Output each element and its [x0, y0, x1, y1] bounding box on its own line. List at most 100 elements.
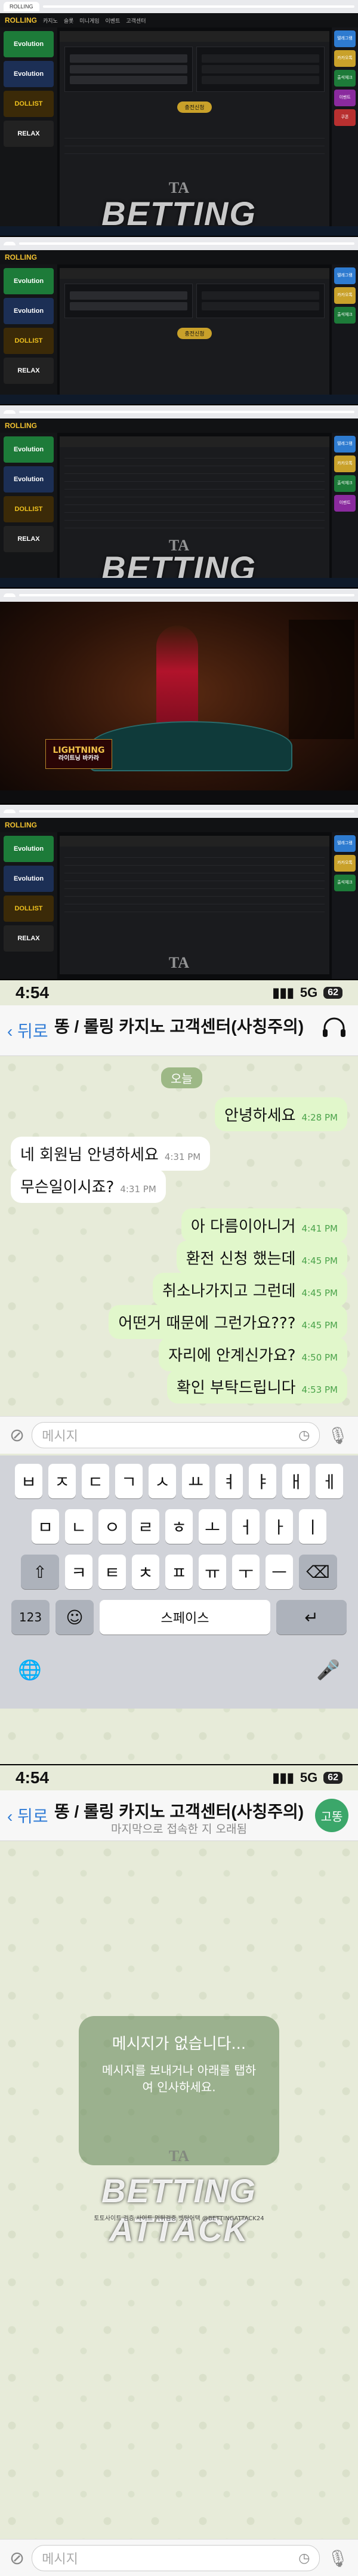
key[interactable]: ㅂ: [15, 1464, 42, 1498]
attach-icon[interactable]: ⊘: [10, 1425, 24, 1446]
sidebar-dollist[interactable]: DOLLIST: [4, 91, 54, 117]
sidebar-evolution-2[interactable]: Evolution: [4, 466, 54, 493]
sidebar-evolution-2[interactable]: Evolution: [4, 866, 54, 892]
address-bar[interactable]: [42, 5, 354, 8]
browser-tab[interactable]: [4, 593, 16, 597]
nav-slot[interactable]: 슬롯: [64, 17, 74, 24]
quick-event[interactable]: 이벤트: [334, 495, 356, 512]
space-key[interactable]: 스페이스: [100, 1600, 270, 1635]
form-field[interactable]: [70, 291, 187, 300]
message-out[interactable]: 환전 신청 했는데 4:45 PM: [176, 1241, 347, 1275]
mic-icon[interactable]: 🎙: [327, 2549, 348, 2568]
emoji-key[interactable]: ☺: [55, 1600, 94, 1635]
key[interactable]: ㄱ: [115, 1464, 143, 1498]
key[interactable]: ㅋ: [65, 1555, 92, 1589]
key[interactable]: ㅅ: [149, 1464, 176, 1498]
key[interactable]: ㅊ: [132, 1555, 159, 1589]
browser-tab[interactable]: ROLLING: [4, 2, 39, 11]
key[interactable]: ㅐ: [282, 1464, 310, 1498]
key[interactable]: ㄴ: [65, 1509, 92, 1544]
sticker-icon[interactable]: ◷: [298, 1428, 310, 1443]
message-in[interactable]: 네 회원님 안녕하세요 4:31 PM: [11, 1137, 211, 1171]
casino-controls[interactable]: [0, 790, 358, 804]
browser-tab[interactable]: [4, 242, 16, 245]
shift-key[interactable]: ⇧: [21, 1555, 59, 1589]
message-out[interactable]: 취소나가지고 그런데 4:45 PM: [153, 1273, 347, 1307]
sidebar-evolution[interactable]: Evolution: [4, 436, 54, 463]
site-logo[interactable]: ROLLING: [5, 821, 37, 829]
sidebar-evolution[interactable]: Evolution: [4, 31, 54, 57]
site-logo[interactable]: ROLLING: [5, 253, 37, 261]
quick-attendance[interactable]: 출석체크: [334, 307, 356, 324]
message-out[interactable]: 안녕하세요 4:28 PM: [214, 1097, 347, 1131]
headset-icon[interactable]: [321, 1016, 347, 1040]
quick-event[interactable]: 이벤트: [334, 90, 356, 106]
numbers-key[interactable]: 123: [11, 1600, 50, 1635]
quick-telegram[interactable]: 텔레그램: [334, 267, 356, 284]
site-logo[interactable]: ROLLING: [5, 421, 37, 430]
key[interactable]: ㅈ: [48, 1464, 76, 1498]
key[interactable]: ㅠ: [199, 1555, 226, 1589]
quick-attendance[interactable]: 출석체크: [334, 70, 356, 87]
message-out[interactable]: 확인 부탁드립니다 4:53 PM: [166, 1369, 347, 1404]
key[interactable]: ㅛ: [182, 1464, 209, 1498]
sidebar-dollist[interactable]: DOLLIST: [4, 496, 54, 522]
message-out[interactable]: 자리에 안계신가요? 4:50 PM: [159, 1337, 347, 1371]
quick-coupon[interactable]: 쿠폰: [334, 109, 356, 126]
message-input[interactable]: 메시지 ◷: [32, 1422, 320, 1448]
key[interactable]: ㅕ: [215, 1464, 243, 1498]
sidebar-dollist[interactable]: DOLLIST: [4, 895, 54, 922]
message-out[interactable]: 어떤거 때문에 그런가요??? 4:45 PM: [109, 1305, 347, 1339]
quick-kakao[interactable]: 카카오톡: [334, 855, 356, 872]
key[interactable]: ㄷ: [82, 1464, 109, 1498]
quick-kakao[interactable]: 카카오톡: [334, 287, 356, 304]
form-field[interactable]: [70, 54, 187, 63]
form-field[interactable]: [70, 302, 187, 310]
key[interactable]: ㅎ: [165, 1509, 193, 1544]
address-bar[interactable]: [19, 594, 354, 596]
quick-attendance[interactable]: 출석체크: [334, 475, 356, 492]
quick-telegram[interactable]: 텔레그램: [334, 835, 356, 852]
quick-telegram[interactable]: 텔레그램: [334, 30, 356, 47]
browser-tab[interactable]: [4, 410, 16, 414]
key[interactable]: ㅓ: [232, 1509, 260, 1544]
sidebar-evolution[interactable]: Evolution: [4, 836, 54, 862]
dictation-icon[interactable]: 🎤: [316, 1658, 340, 1681]
key[interactable]: ㅔ: [316, 1464, 343, 1498]
message-input[interactable]: 메시지 ◷: [32, 2545, 320, 2571]
key[interactable]: ㅜ: [232, 1555, 260, 1589]
key[interactable]: ㅡ: [266, 1555, 293, 1589]
key[interactable]: ㄹ: [132, 1509, 159, 1544]
sidebar-evolution[interactable]: Evolution: [4, 268, 54, 294]
key[interactable]: ㅏ: [266, 1509, 293, 1544]
key[interactable]: ㅗ: [199, 1509, 226, 1544]
globe-icon[interactable]: 🌐: [18, 1658, 42, 1681]
quick-telegram[interactable]: 텔레그램: [334, 436, 356, 453]
quick-kakao[interactable]: 카카오톡: [334, 50, 356, 67]
sidebar-evolution-2[interactable]: Evolution: [4, 61, 54, 87]
sidebar-relax[interactable]: RELAX: [4, 358, 54, 384]
site-logo[interactable]: ROLLING: [5, 16, 37, 24]
form-field[interactable]: [70, 76, 187, 84]
browser-tab[interactable]: [4, 810, 16, 813]
key[interactable]: ㅣ: [299, 1509, 326, 1544]
key[interactable]: ㅍ: [165, 1555, 193, 1589]
nav-support[interactable]: 고객센터: [126, 17, 146, 24]
key[interactable]: ㅑ: [249, 1464, 276, 1498]
sidebar-relax[interactable]: RELAX: [4, 925, 54, 952]
return-key[interactable]: ↵: [276, 1600, 347, 1635]
quick-kakao[interactable]: 카카오톡: [334, 456, 356, 472]
address-bar[interactable]: [19, 242, 354, 245]
attach-icon[interactable]: ⊘: [10, 2548, 24, 2569]
sidebar-dollist[interactable]: DOLLIST: [4, 328, 54, 354]
sidebar-relax[interactable]: RELAX: [4, 121, 54, 147]
nav-casino[interactable]: 카지노: [43, 17, 58, 24]
form-field[interactable]: [70, 65, 187, 73]
sticker-icon[interactable]: ◷: [298, 2551, 310, 2566]
address-bar[interactable]: [19, 411, 354, 413]
sidebar-evolution-2[interactable]: Evolution: [4, 298, 54, 324]
nav-minigame[interactable]: 미니게임: [79, 17, 99, 24]
delete-key[interactable]: ⌫: [299, 1555, 337, 1589]
quick-attendance[interactable]: 출석체크: [334, 875, 356, 891]
address-bar[interactable]: [19, 810, 354, 812]
